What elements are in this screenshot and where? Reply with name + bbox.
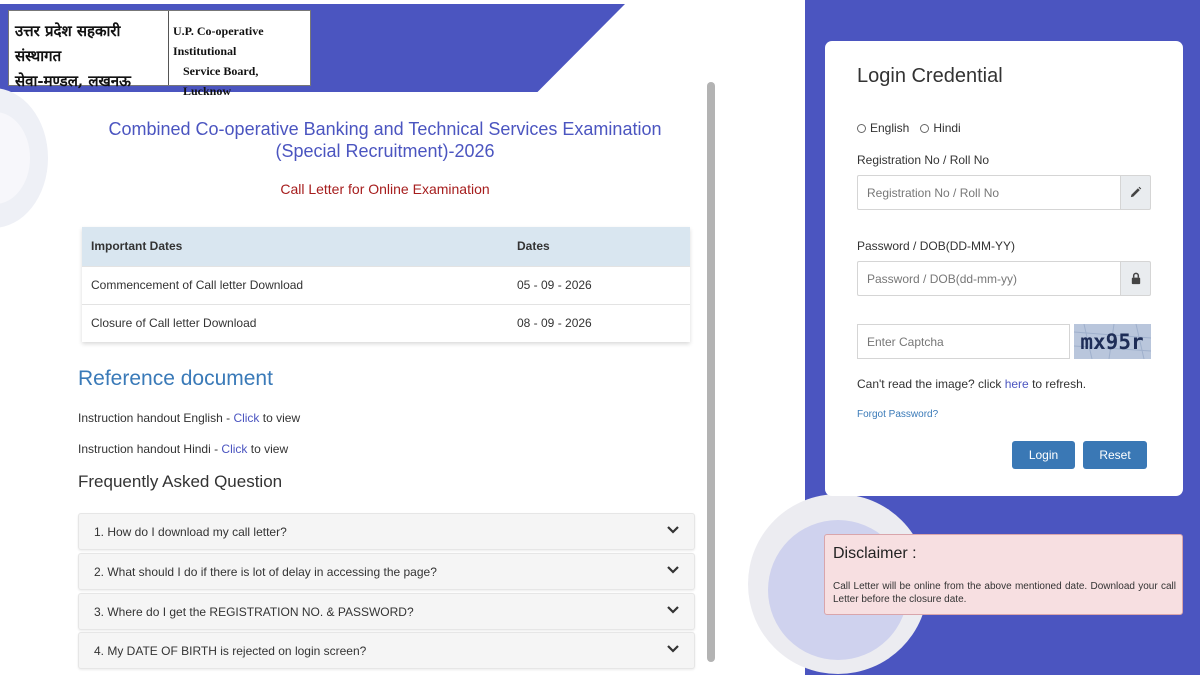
table-cell: 08 - 09 - 2026 bbox=[508, 303, 690, 342]
table-row: Commencement of Call letter Download 05 … bbox=[82, 265, 690, 304]
chevron-down-icon bbox=[667, 566, 679, 574]
reference-hindi-line: Instruction handout Hindi - Click to vie… bbox=[78, 442, 288, 456]
refresh-captcha-link[interactable]: here bbox=[1005, 377, 1029, 391]
password-input-group: Password / DOB(dd-mm-yy) bbox=[857, 261, 1151, 296]
refresh-suffix: to refresh. bbox=[1028, 377, 1087, 391]
chevron-down-icon bbox=[667, 645, 679, 653]
important-dates-table: Important Dates Dates Commencement of Ca… bbox=[82, 227, 690, 342]
faq-heading: Frequently Asked Question bbox=[78, 472, 283, 491]
exam-title: Combined Co-operative Banking and Techni… bbox=[108, 119, 662, 161]
reference-hindi-label: Instruction handout Hindi - bbox=[78, 442, 222, 456]
faq-item[interactable]: 4. My DATE OF BIRTH is rejected on login… bbox=[78, 632, 695, 669]
board-logo: उत्तर प्रदेश सहकारी संस्थागत सेवा-मण्डल,… bbox=[8, 10, 311, 98]
table-header-cell: Important Dates bbox=[82, 227, 508, 266]
lock-icon bbox=[1120, 261, 1151, 296]
reference-english-line: Instruction handout English - Click to v… bbox=[78, 411, 300, 425]
table-cell: 05 - 09 - 2026 bbox=[508, 265, 690, 304]
disclaimer-title: Disclaimer : bbox=[833, 545, 917, 562]
pencil-icon bbox=[1120, 175, 1151, 210]
scrollbar[interactable] bbox=[707, 82, 715, 662]
captcha-refresh-text: Can't read the image? click here to refr… bbox=[857, 377, 1086, 391]
logo-hindi-line1: उत्तर प्रदेश सहकारी संस्थागत bbox=[15, 22, 121, 65]
main-content: उत्तर प्रदेश सहकारी संस्थागत सेवा-मण्डल,… bbox=[0, 0, 805, 675]
captcha-text: mx95r bbox=[1080, 330, 1143, 354]
chevron-down-icon bbox=[667, 526, 679, 534]
reset-button[interactable]: Reset bbox=[1083, 441, 1147, 469]
faq-item[interactable]: 2. What should I do if there is lot of d… bbox=[78, 553, 695, 590]
reference-english-link[interactable]: Click bbox=[233, 411, 259, 425]
radio-hindi[interactable] bbox=[920, 123, 930, 133]
reference-to-view: to view bbox=[259, 411, 301, 425]
logo-hindi-line2: सेवा-मण्डल, लखनऊ bbox=[15, 72, 131, 90]
faq-question: 2. What should I do if there is lot of d… bbox=[94, 564, 437, 579]
logo-en-line2: Service Board, Lucknow bbox=[183, 64, 259, 98]
login-button[interactable]: Login bbox=[1012, 441, 1075, 469]
radio-english-label[interactable]: English bbox=[870, 121, 909, 135]
password-input[interactable]: Password / DOB(dd-mm-yy) bbox=[857, 261, 1120, 296]
radio-english[interactable] bbox=[857, 123, 866, 133]
chevron-down-icon bbox=[667, 606, 679, 614]
faq-item[interactable]: 1. How do I download my call letter? bbox=[78, 513, 695, 550]
faq-question: 4. My DATE OF BIRTH is rejected on login… bbox=[94, 643, 367, 658]
table-cell: Commencement of Call letter Download bbox=[82, 265, 508, 304]
faq-question: 1. How do I download my call letter? bbox=[94, 524, 287, 539]
table-header-row: Important Dates Dates bbox=[82, 227, 690, 266]
reference-to-view: to view bbox=[247, 442, 289, 456]
logo-en-line1: U.P. Co-operative Institutional bbox=[173, 24, 264, 58]
call-letter-subtitle: Call Letter for Online Examination bbox=[280, 181, 490, 197]
captcha-image: mx95r bbox=[1074, 324, 1151, 359]
logo-hindi-text: उत्तर प्रदेश सहकारी संस्थागत सेवा-मण्डल,… bbox=[9, 11, 169, 90]
faq-question: 3. Where do I get the REGISTRATION NO. &… bbox=[94, 604, 414, 619]
password-label: Password / DOB(DD-MM-YY) bbox=[857, 239, 1016, 253]
disclaimer-box: Disclaimer : Call Letter will be online … bbox=[824, 534, 1183, 615]
registration-label: Registration No / Roll No bbox=[857, 153, 990, 167]
faq-item[interactable]: 3. Where do I get the REGISTRATION NO. &… bbox=[78, 593, 695, 630]
reference-heading: Reference document bbox=[78, 367, 273, 390]
radio-hindi-label[interactable]: Hindi bbox=[933, 121, 960, 135]
table-row: Closure of Call letter Download 08 - 09 … bbox=[82, 303, 690, 342]
reference-hindi-link[interactable]: Click bbox=[221, 442, 247, 456]
captcha-input[interactable]: Enter Captcha bbox=[857, 324, 1070, 359]
forgot-password-link[interactable]: Forgot Password? bbox=[857, 409, 938, 420]
logo-english-text: U.P. Co-operative Institutional Service … bbox=[169, 11, 310, 98]
refresh-prefix: Can't read the image? click bbox=[857, 377, 1005, 391]
language-selector: English Hindi bbox=[857, 121, 972, 135]
login-card: Login Credential English Hindi Registrat… bbox=[825, 41, 1183, 496]
table-header-cell: Dates bbox=[508, 227, 690, 266]
disclaimer-text: Call Letter will be online from the abov… bbox=[833, 581, 1176, 605]
table-cell: Closure of Call letter Download bbox=[82, 303, 508, 342]
reference-english-label: Instruction handout English - bbox=[78, 411, 234, 425]
login-title: Login Credential bbox=[857, 65, 1003, 87]
registration-input-group: Registration No / Roll No bbox=[857, 175, 1151, 210]
registration-input[interactable]: Registration No / Roll No bbox=[857, 175, 1120, 210]
